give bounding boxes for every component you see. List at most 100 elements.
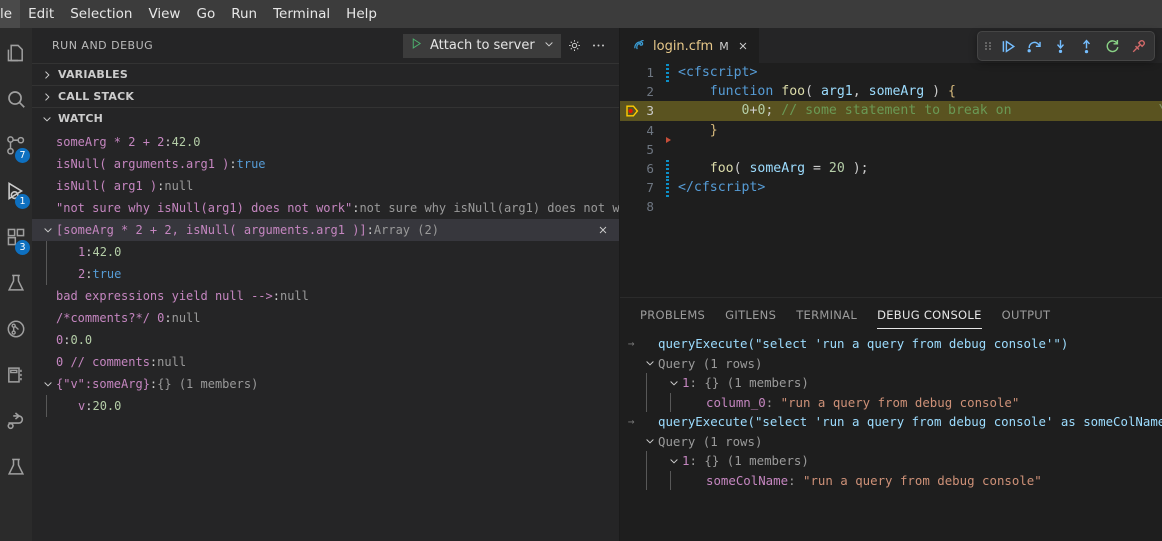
code-token: </cfscript> (678, 180, 766, 196)
menu-item-selection[interactable]: Selection (62, 0, 140, 28)
activitybar-item-source-control[interactable]: 7 (0, 124, 32, 170)
panel-tab-gitlens[interactable]: GITLENS (725, 298, 776, 332)
console-text: : (689, 453, 705, 469)
console-text: : (788, 472, 803, 488)
watch-separator: : (157, 179, 165, 193)
section-variables[interactable]: VARIABLES (32, 63, 619, 85)
start-debug-icon[interactable] (410, 37, 423, 54)
grip-icon[interactable] (982, 38, 994, 54)
git-change-indicator (666, 197, 669, 216)
database-icon (5, 364, 27, 390)
watch-expression-name: 0 // comments (56, 355, 150, 369)
watch-expression-value: 42.0 (92, 245, 122, 259)
remove-expression-icon[interactable] (597, 219, 609, 241)
code-token: <cfscript> (678, 65, 758, 81)
input-arrow-icon: → (627, 415, 635, 429)
gitlens-blame-annotation: You, 34 (1080, 103, 1162, 118)
panel-tab-output[interactable]: OUTPUT (1002, 298, 1051, 332)
line-number: 1 (646, 65, 654, 81)
watch-row: 0: 0.0 (32, 329, 619, 351)
activitybar-item-explorer[interactable] (0, 32, 32, 78)
vscode-window: le Edit Selection View Go Run Terminal Help 7 1 3… (0, 0, 1162, 541)
panel-tab-problems[interactable]: PROBLEMS (640, 298, 705, 332)
activitybar-item-remote-explorer[interactable] (0, 400, 32, 446)
chevron-down-icon[interactable] (543, 38, 555, 54)
watch-separator: : (85, 267, 93, 281)
watch-expression-value: null (279, 289, 309, 303)
watch-separator: : (85, 399, 93, 413)
watch-row: 2: true (32, 263, 619, 285)
menu-item-terminal[interactable]: Terminal (265, 0, 338, 28)
indent-guide (646, 392, 647, 412)
watch-expression-name: v (78, 399, 86, 413)
section-watch[interactable]: WATCH (32, 107, 619, 129)
panel-tab-bar: PROBLEMS GITLENS TERMINAL DEBUG CONSOLE OUTP… (620, 298, 1162, 332)
code-text: </cfscript> (669, 180, 765, 195)
activitybar-item-gitlens[interactable] (0, 308, 32, 354)
watch-separator: : (164, 311, 172, 325)
close-icon[interactable] (735, 40, 749, 52)
menu-item-le[interactable]: le (0, 0, 21, 28)
console-text: : (765, 394, 781, 410)
disconnect-icon[interactable] (1126, 34, 1150, 58)
code-text: <cfscript> (669, 65, 757, 80)
code-token: ) (924, 84, 949, 100)
coldfusion-icon (632, 37, 647, 56)
beaker2-icon (5, 456, 27, 482)
code-token: function (709, 84, 774, 100)
watch-expression-value: null (164, 179, 194, 193)
activitybar-item-testing[interactable] (0, 262, 32, 308)
line-number: 4 (646, 122, 654, 138)
watch-expression-value: 42.0 (171, 135, 201, 149)
menu-bar: le Edit Selection View Go Run Terminal Help (0, 0, 1162, 28)
continue-icon[interactable] (996, 34, 1020, 58)
open-launch-json-button[interactable] (563, 35, 585, 57)
panel-tab-terminal[interactable]: TERMINAL (796, 298, 857, 332)
launch-config-label: Attach to server (430, 38, 535, 53)
activitybar-item-extensions[interactable]: 3 (0, 216, 32, 262)
menu-item-run[interactable]: Run (223, 0, 265, 28)
watch-separator: : (366, 223, 374, 237)
views-and-more-actions-button[interactable] (587, 35, 609, 57)
breakpoint-debug-arrow-icon[interactable] (624, 103, 642, 119)
watch-row: 1: 42.0 (32, 241, 619, 263)
git-change-indicator (666, 136, 671, 159)
activitybar-item-database[interactable] (0, 354, 32, 400)
watch-row: /*comments?*/ 0: null (32, 307, 619, 329)
line-number: 8 (646, 199, 654, 215)
code-line: 2 function foo( arg1, someArg ) { (620, 82, 1162, 101)
activitybar-item-search[interactable] (0, 78, 32, 124)
watch-row: "not sure why isNull(arg1) does not work… (32, 197, 619, 219)
menu-item-go[interactable]: Go (188, 0, 223, 28)
watch-row: isNull( arguments.arg1 ): true (32, 153, 619, 175)
step-over-icon[interactable] (1022, 34, 1046, 58)
activitybar-item-test-explorer[interactable] (0, 446, 32, 492)
step-into-icon[interactable] (1048, 34, 1072, 58)
panel-tab-debug-console[interactable]: DEBUG CONSOLE (877, 298, 982, 332)
menu-item-edit[interactable]: Edit (20, 0, 62, 28)
code-editor[interactable]: 1 <cfscript> 2 function foo( arg1, someArg… (620, 63, 1162, 297)
debug-console-output[interactable]: → queryExecute("select 'run a query from … (620, 332, 1162, 541)
editor-tab-login-cfm[interactable]: login.cfm M (620, 28, 759, 63)
step-out-icon[interactable] (1074, 34, 1098, 58)
watch-row: isNull( arg1 ): null (32, 175, 619, 197)
sidebar-header-actions: Attach to server (403, 33, 619, 58)
watch-expression-name: isNull( arguments.arg1 ) (56, 157, 230, 171)
activitybar-item-run-and-debug[interactable]: 1 (0, 170, 32, 216)
indent-guide (670, 470, 671, 490)
watch-expression-name: {"v":someArg} (56, 377, 150, 391)
code-token: someArg (749, 161, 806, 177)
console-row: → queryExecute("select 'run a query from … (620, 412, 1162, 432)
workbench-body: 713 RUN AND DEBUG Attach to server VARIA… (0, 28, 1162, 541)
chevron-down-icon (666, 377, 682, 389)
editor-area: login.cfm M 1 <cfscript> 2 function foo(… (620, 28, 1162, 541)
watch-expression-value: {} (1 members) (157, 377, 259, 391)
restart-icon[interactable] (1100, 34, 1124, 58)
menu-item-view[interactable]: View (140, 0, 188, 28)
launch-config-dropdown[interactable]: Attach to server (403, 33, 561, 58)
editor-tab-filename: login.cfm (653, 38, 714, 54)
menu-item-help[interactable]: Help (338, 0, 385, 28)
section-call-stack[interactable]: CALL STACK (32, 85, 619, 107)
watch-expression-value: 0.0 (70, 333, 93, 347)
